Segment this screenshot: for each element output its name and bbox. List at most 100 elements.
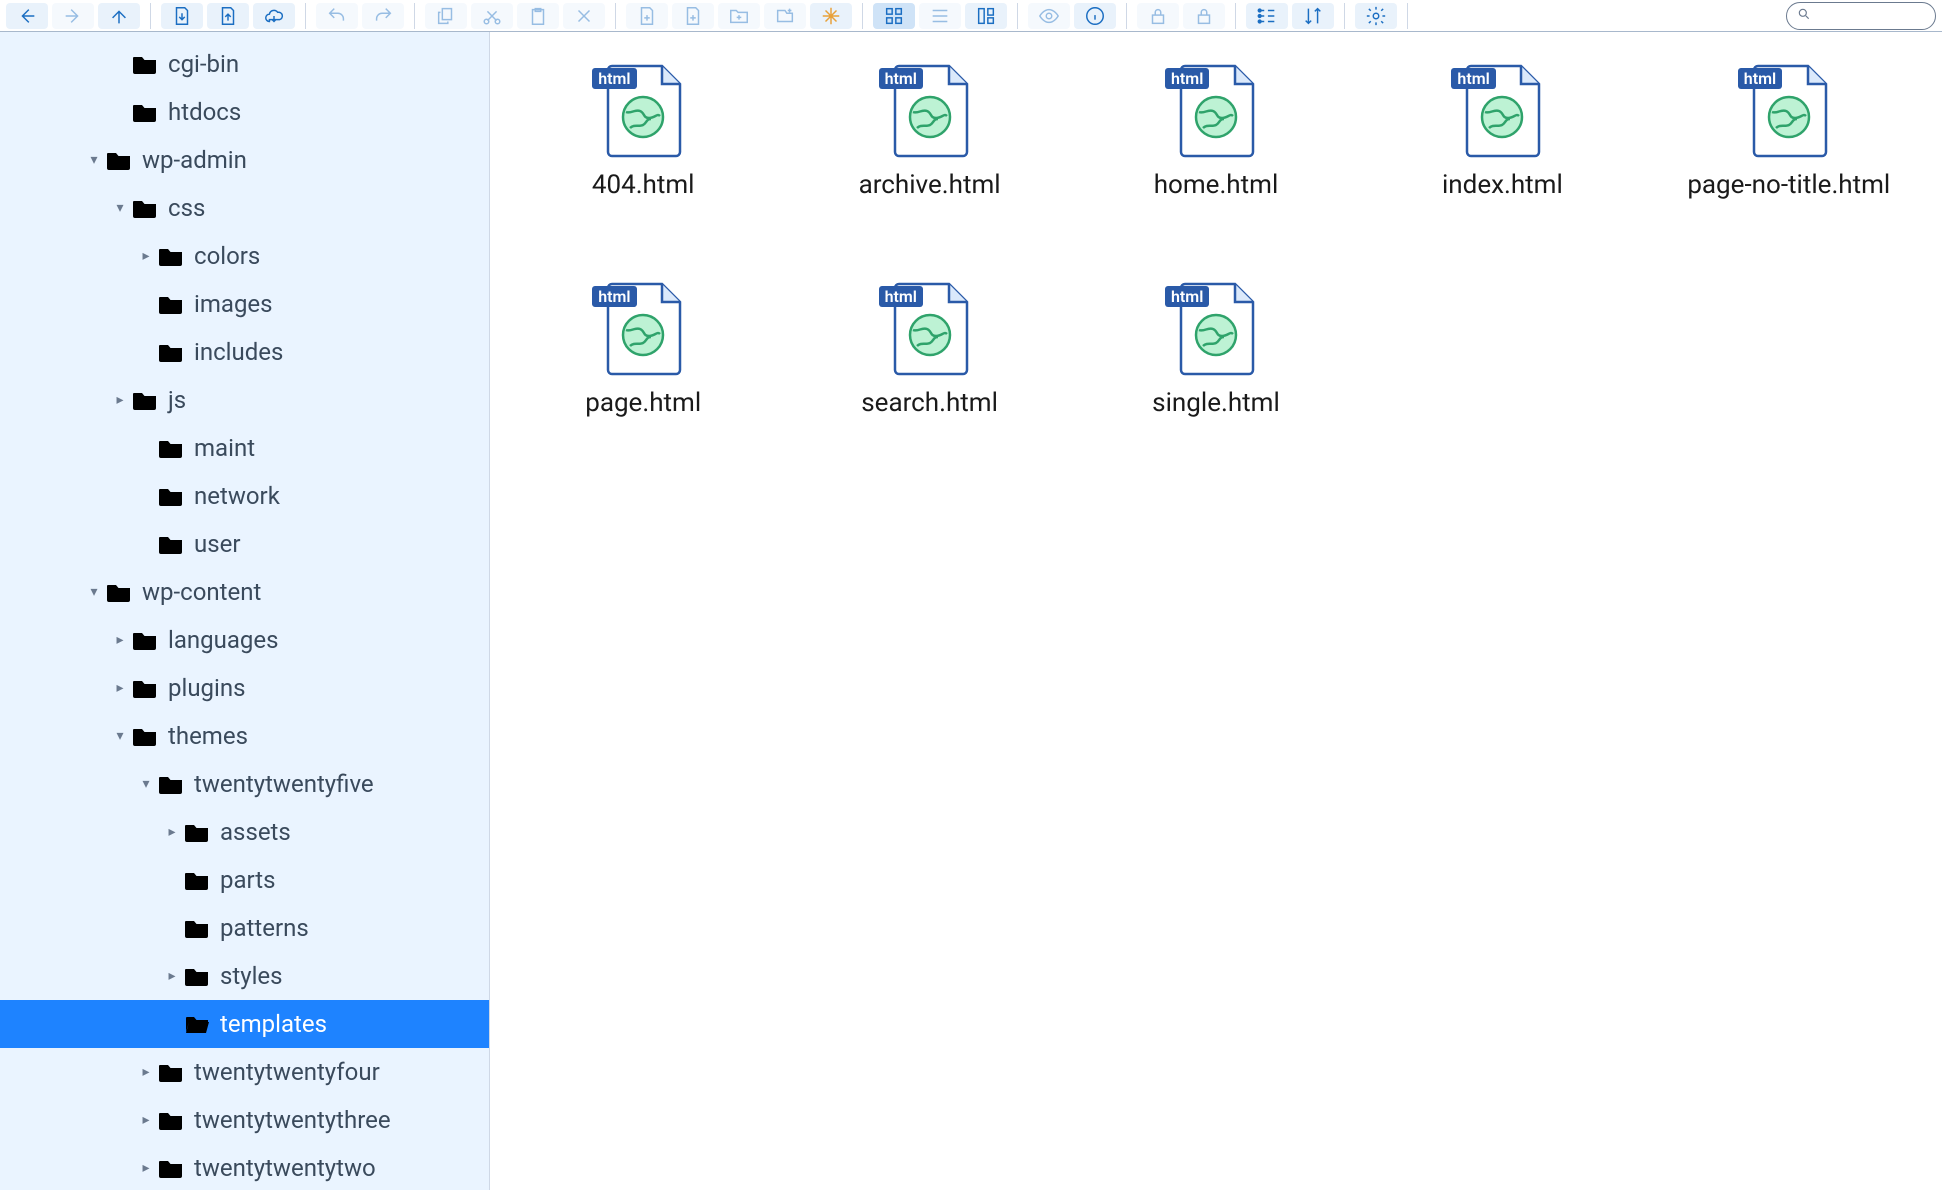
file-label: page.html: [585, 388, 701, 418]
tree-toggle-icon[interactable]: [1246, 3, 1288, 29]
folder-icon: [158, 341, 184, 363]
folder-icon: [184, 821, 210, 843]
tree-item-parts[interactable]: parts: [0, 856, 489, 904]
tree-item-cgi-bin[interactable]: cgi-bin: [0, 40, 489, 88]
tree-caret-icon[interactable]: ▸: [138, 1112, 154, 1128]
tree-item-themes[interactable]: ▾ themes: [0, 712, 489, 760]
preview-icon: [1028, 3, 1070, 29]
settings-icon[interactable]: [1355, 3, 1397, 29]
tree-item-user[interactable]: user: [0, 520, 489, 568]
search-icon: [1797, 6, 1811, 25]
tree-item-wp-admin[interactable]: ▾ wp-admin: [0, 136, 489, 184]
tree-item-twentytwentyfour[interactable]: ▸twentytwentyfour: [0, 1048, 489, 1096]
file-label: index.html: [1442, 170, 1563, 200]
tree-caret-icon[interactable]: ▸: [138, 248, 154, 264]
upload-icon[interactable]: [207, 3, 249, 29]
folder-icon: [132, 725, 158, 747]
nav-back-icon[interactable]: [6, 3, 48, 29]
folder-icon: [184, 965, 210, 987]
tree-item-images[interactable]: images: [0, 280, 489, 328]
paste-icon: [517, 3, 559, 29]
tree-caret-icon[interactable]: ▾: [112, 200, 128, 216]
tree-caret-icon[interactable]: ▾: [138, 776, 154, 792]
tree-item-plugins[interactable]: ▸ plugins: [0, 664, 489, 712]
tree-item-twentytwentytwo[interactable]: ▸ twentytwentytwo: [0, 1144, 489, 1190]
tree-item-maint[interactable]: maint: [0, 424, 489, 472]
folder-icon: [158, 773, 184, 795]
tree-caret-icon[interactable]: ▾: [112, 728, 128, 744]
file-item[interactable]: html 404.html: [510, 62, 776, 200]
globe-icon: [1766, 94, 1812, 140]
tree-item-label: wp-admin: [142, 146, 247, 174]
tree-item-label: plugins: [168, 674, 246, 702]
download-icon[interactable]: [161, 3, 203, 29]
tree-caret-icon[interactable]: ▸: [112, 392, 128, 408]
tree-item-assets[interactable]: ▸assets: [0, 808, 489, 856]
tree-item-js[interactable]: ▸js: [0, 376, 489, 424]
tree-item-label: cgi-bin: [168, 50, 239, 78]
tree-item-label: wp-content: [142, 578, 261, 606]
tree-caret-icon[interactable]: ▸: [138, 1160, 154, 1176]
tree-item-htdocs[interactable]: htdocs: [0, 88, 489, 136]
file-type-badge: html: [1165, 68, 1209, 89]
search-box[interactable]: [1786, 2, 1936, 30]
file-item[interactable]: html archive.html: [796, 62, 1062, 200]
tree-item-wp-content[interactable]: ▾ wp-content: [0, 568, 489, 616]
folder-tree-sidebar: cgi-bin htdocs ▾ wp-admin ▾css▸colors images i…: [0, 32, 490, 1190]
tree-item-label: patterns: [220, 914, 309, 942]
tree-item-colors[interactable]: ▸colors: [0, 232, 489, 280]
tree-item-label: parts: [220, 866, 276, 894]
folder-icon: [106, 581, 132, 603]
tree-item-twentytwentyfive[interactable]: ▾twentytwentyfive: [0, 760, 489, 808]
tree-item-patterns[interactable]: patterns: [0, 904, 489, 952]
globe-icon: [620, 312, 666, 358]
cloud-icon[interactable]: [253, 3, 295, 29]
file-label: search.html: [861, 388, 998, 418]
folder-icon: [184, 917, 210, 939]
search-input[interactable]: [1817, 8, 1942, 24]
tree-item-label: images: [194, 290, 273, 318]
file-item[interactable]: html page-no-title.html: [1656, 62, 1922, 200]
tree-item-twentytwentythree[interactable]: ▸ twentytwentythree: [0, 1096, 489, 1144]
tree-item-styles[interactable]: ▸styles: [0, 952, 489, 1000]
tree-caret-icon[interactable]: ▸: [164, 968, 180, 984]
star-icon[interactable]: [810, 3, 852, 29]
file-item[interactable]: html page.html: [510, 280, 776, 418]
toolbar-separator: [1407, 3, 1408, 29]
tree-item-css[interactable]: ▾css: [0, 184, 489, 232]
file-item[interactable]: html single.html: [1083, 280, 1349, 418]
file-type-badge: html: [1451, 68, 1495, 89]
cut-icon: [471, 3, 513, 29]
view-icons-icon[interactable]: [873, 3, 915, 29]
tree-item-templates[interactable]: templates: [0, 1000, 489, 1048]
folder-icon: [158, 485, 184, 507]
nav-up-icon[interactable]: [98, 3, 140, 29]
file-item[interactable]: html index.html: [1369, 62, 1635, 200]
file-item[interactable]: html home.html: [1083, 62, 1349, 200]
tree-item-label: twentytwentythree: [194, 1106, 391, 1134]
sort-icon[interactable]: [1292, 3, 1334, 29]
view-cards-icon[interactable]: [965, 3, 1007, 29]
tree-item-network[interactable]: network: [0, 472, 489, 520]
tree-caret-icon[interactable]: ▸: [112, 680, 128, 696]
html-file-icon: html: [1457, 62, 1547, 158]
toolbar: [0, 0, 1942, 32]
tree-item-includes[interactable]: includes: [0, 328, 489, 376]
tree-item-label: themes: [168, 722, 248, 750]
tree-item-label: twentytwentytwo: [194, 1154, 376, 1182]
info-icon[interactable]: [1074, 3, 1116, 29]
toolbar-separator: [414, 3, 415, 29]
file-item[interactable]: html search.html: [796, 280, 1062, 418]
folder-icon: [132, 677, 158, 699]
tree-item-languages[interactable]: ▸languages: [0, 616, 489, 664]
globe-icon: [1193, 312, 1239, 358]
tree-caret-icon[interactable]: ▸: [112, 632, 128, 648]
toolbar-separator: [1344, 3, 1345, 29]
tree-caret-icon[interactable]: ▾: [86, 584, 102, 600]
html-file-icon: html: [885, 62, 975, 158]
tree-caret-icon[interactable]: ▾: [86, 152, 102, 168]
toolbar-separator: [150, 3, 151, 29]
tree-caret-icon[interactable]: ▸: [164, 824, 180, 840]
copy-icon: [425, 3, 467, 29]
tree-caret-icon[interactable]: ▸: [138, 1064, 154, 1080]
